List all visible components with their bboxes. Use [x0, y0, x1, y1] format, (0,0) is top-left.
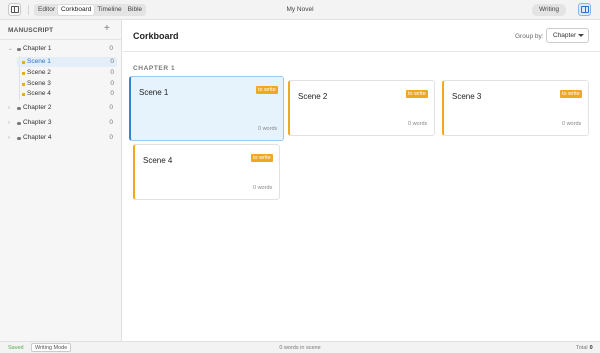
tree-scene-label: Scene 2 [27, 69, 51, 76]
group-by-value: Chapter [553, 32, 577, 39]
project-title: My Novel [286, 6, 314, 13]
chevron-down-icon[interactable]: ⌄ [8, 44, 14, 54]
status-badge: to write [406, 90, 428, 98]
tree-scene-1[interactable]: Scene 1 0 [17, 57, 117, 67]
tree-scene-4[interactable]: Scene 4 0 [17, 89, 117, 99]
tree-word-count: 0 [109, 45, 113, 52]
tree-chapter-label: Chapter 1 [23, 45, 52, 52]
card-word-count: 0 words [253, 185, 273, 191]
tree-chapter-label: Chapter 3 [23, 119, 52, 126]
tree-word-count: 0 [109, 134, 113, 141]
card-word-count: 0 words [562, 121, 582, 127]
toggle-inspector-button[interactable] [578, 3, 591, 16]
tree-chapter-3[interactable]: › Chapter 3 0 [8, 118, 116, 128]
status-badge: to write [560, 90, 582, 98]
chevron-right-icon[interactable]: › [8, 118, 14, 128]
top-toolbar: Editor Corkboard Timeline Bible My Novel… [0, 0, 600, 20]
scene-word-count: 0 words in scene [279, 345, 321, 351]
chapter-dot-icon [17, 47, 21, 51]
card-word-count: 0 words [408, 121, 428, 127]
card-title: Scene 1 [139, 88, 169, 97]
tree-word-count: 0 [110, 90, 114, 97]
right-panel-icon [580, 6, 589, 13]
tree-word-count: 0 [110, 80, 114, 87]
scene-card-2[interactable]: Scene 2 to write 0 words [288, 80, 435, 136]
sidebar-divider [0, 39, 121, 40]
total-label: Total [576, 345, 588, 351]
scene-card-1[interactable]: Scene 1 to write 0 words [129, 76, 284, 141]
manuscript-title: MANUSCRIPT [8, 27, 54, 34]
manuscript-sidebar: MANUSCRIPT + ⌄ Chapter 1 0 Scene 1 0 Sce… [0, 20, 122, 341]
chapter-dot-icon [17, 121, 21, 125]
scene-status-icon [22, 61, 25, 64]
tree-word-count: 0 [109, 119, 113, 126]
header-divider [122, 51, 600, 52]
card-title: Scene 4 [143, 156, 173, 165]
scene-card-3[interactable]: Scene 3 to write 0 words [442, 80, 589, 136]
card-title: Scene 2 [298, 92, 328, 101]
total-value: 0 [589, 345, 593, 351]
card-title: Scene 3 [452, 92, 482, 101]
tree-chapter-4[interactable]: › Chapter 4 0 [8, 133, 116, 143]
caret-down-icon [578, 34, 584, 37]
chevron-right-icon[interactable]: › [8, 103, 14, 113]
tree-chapter-1[interactable]: ⌄ Chapter 1 0 [8, 44, 116, 54]
total-word-count: Total 0 [576, 344, 593, 352]
tree-chapter-2[interactable]: › Chapter 2 0 [8, 103, 116, 113]
tree-chapter-label: Chapter 4 [23, 134, 52, 141]
scene-status-icon [22, 72, 25, 75]
scene-card-4[interactable]: Scene 4 to write 0 words [133, 144, 280, 200]
status-badge: to write [251, 154, 273, 162]
status-badge: to write [256, 86, 278, 94]
tree-word-count: 0 [110, 69, 114, 76]
tree-scene-label: Scene 1 [27, 58, 51, 65]
writing-mode-button[interactable]: Writing [532, 4, 566, 16]
tree-chapter-label: Chapter 2 [23, 104, 52, 111]
chevron-right-icon[interactable]: › [8, 133, 14, 143]
card-word-count: 0 words [258, 126, 278, 132]
tree-scene-label: Scene 3 [27, 80, 51, 87]
chapter-dot-icon [17, 106, 21, 110]
tree-scene-2[interactable]: Scene 2 0 [17, 68, 117, 78]
add-item-button[interactable]: + [104, 24, 110, 34]
scene-status-icon [22, 93, 25, 96]
tree-word-count: 0 [110, 58, 114, 65]
tree-word-count: 0 [109, 104, 113, 111]
scene-status-icon [22, 83, 25, 86]
tree-scene-3[interactable]: Scene 3 0 [17, 79, 117, 89]
group-by-label: Group by: [515, 33, 544, 40]
chapter-dot-icon [17, 136, 21, 140]
chapter-heading: CHAPTER 1 [133, 65, 176, 72]
status-bar: Saved Writing Mode 0 words in scene Tota… [0, 341, 600, 353]
group-by-select[interactable]: Chapter [546, 28, 589, 43]
page-title: Corkboard [133, 31, 179, 41]
tree-scene-label: Scene 4 [27, 90, 51, 97]
